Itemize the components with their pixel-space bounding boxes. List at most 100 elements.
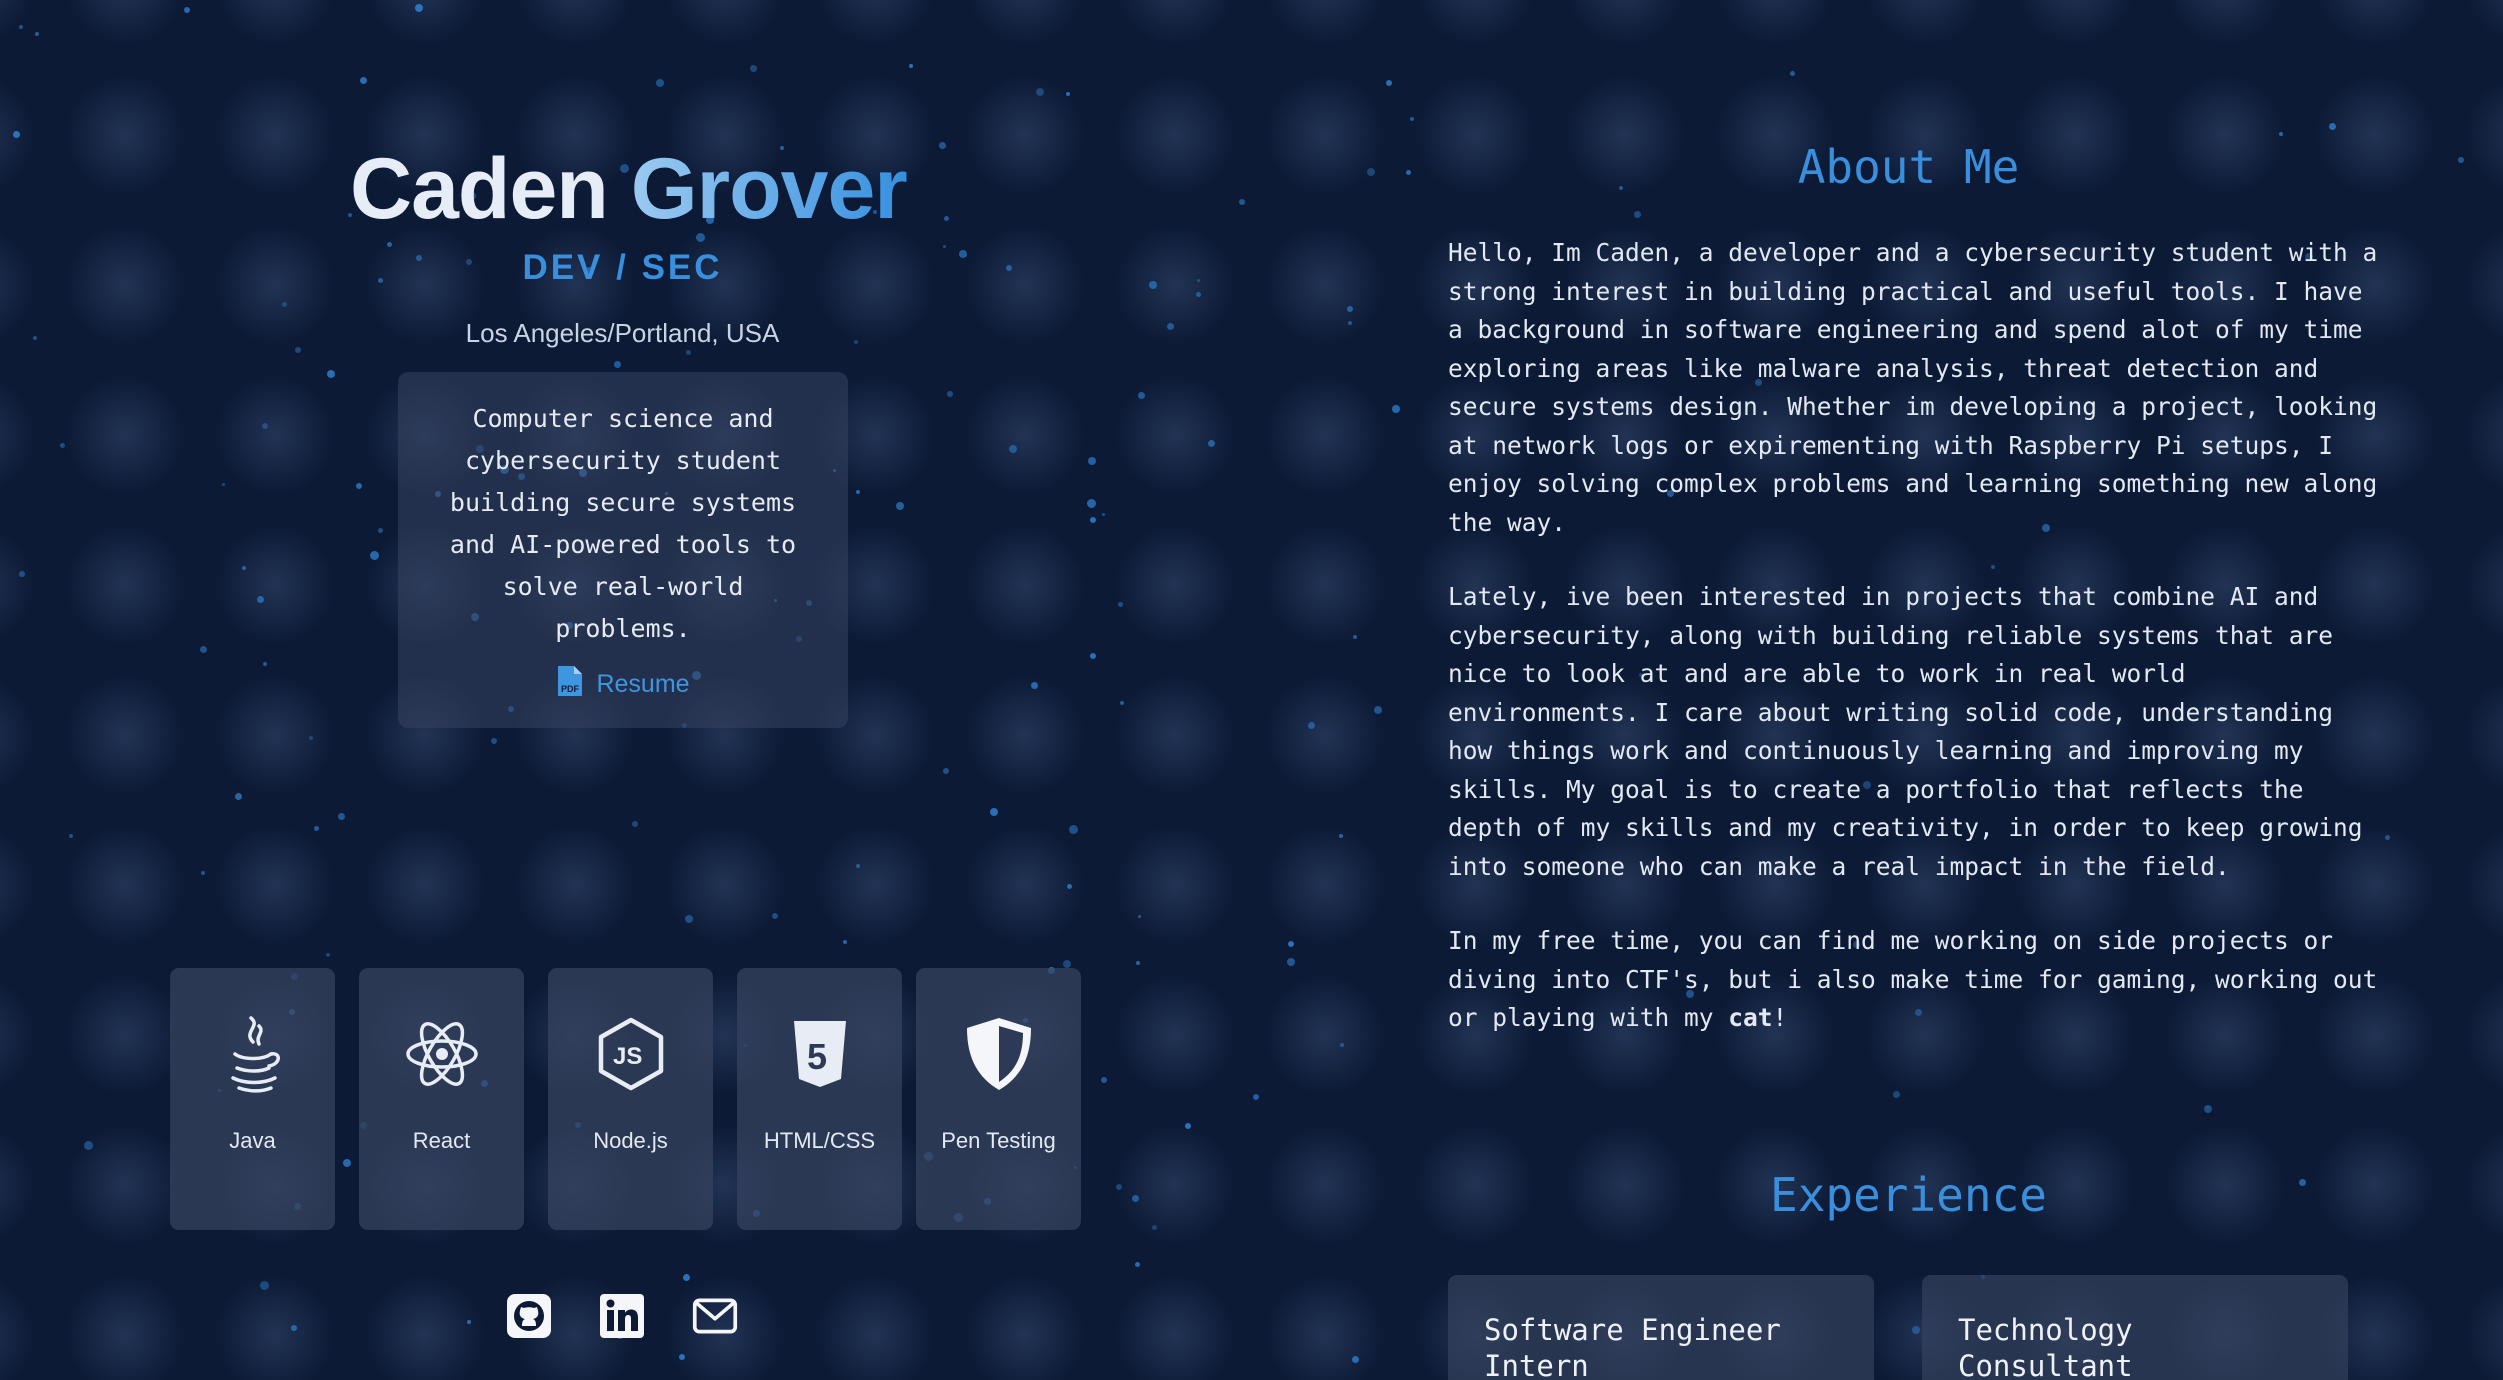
- particle-dot: [854, 340, 858, 344]
- particle-dot: [856, 864, 860, 868]
- particle-dot: [1102, 513, 1105, 516]
- particle-dot: [686, 350, 691, 355]
- particle-dot: [632, 821, 638, 827]
- particle-dot: [1066, 92, 1070, 96]
- particle-dot: [685, 915, 693, 923]
- intro-card: Computer science and cybersecurity stude…: [398, 372, 848, 728]
- particle-dot: [343, 1159, 351, 1167]
- particle-dot: [1893, 1091, 1900, 1098]
- resume-link[interactable]: PDF Resume: [556, 664, 690, 705]
- particle-dot: [947, 391, 953, 397]
- particle-dot: [1009, 445, 1017, 453]
- envelope-icon[interactable]: [692, 1293, 738, 1339]
- particle-dot: [415, 4, 423, 12]
- social-links: [506, 1293, 738, 1339]
- particle-dot: [338, 813, 345, 820]
- svg-text:5: 5: [807, 1036, 827, 1077]
- particle-dot: [990, 808, 998, 816]
- experience-card[interactable]: Technology Consultant: [1922, 1275, 2348, 1380]
- particle-dot: [326, 953, 330, 957]
- skill-card-pentesting[interactable]: Pen Testing: [916, 968, 1081, 1230]
- particle-dot: [1135, 1262, 1140, 1267]
- particle-dot: [1253, 1094, 1259, 1100]
- particle-dot: [1149, 281, 1157, 289]
- particle-dot: [1348, 321, 1352, 325]
- particle-dot: [856, 490, 860, 494]
- particle-dot: [1352, 1356, 1359, 1363]
- particle-dot: [1386, 80, 1392, 86]
- particle-dot: [360, 77, 367, 84]
- particle-dot: [84, 1141, 93, 1150]
- particle-dot: [1185, 1123, 1191, 1129]
- linkedin-icon[interactable]: [599, 1293, 645, 1339]
- particle-dot: [222, 483, 225, 486]
- particle-dot: [314, 826, 319, 831]
- particle-dot: [896, 502, 904, 510]
- particle-dot: [959, 250, 967, 258]
- particle-dot: [1912, 1326, 1920, 1334]
- about-paragraph-emphasis: cat: [1728, 1003, 1773, 1032]
- experience-title: Experience: [1770, 1168, 2047, 1222]
- particle-dot: [1308, 722, 1315, 729]
- particle-dot: [19, 571, 25, 577]
- shield-icon: [959, 1014, 1039, 1094]
- skill-card-nodejs[interactable]: JS Node.js: [548, 968, 713, 1230]
- particle-dot: [843, 940, 847, 944]
- svg-text:PDF: PDF: [561, 684, 580, 694]
- role-tagline: DEV / SEC: [522, 248, 723, 287]
- skill-label: React: [412, 1128, 471, 1153]
- particle-dot: [1410, 117, 1414, 121]
- particle-dot: [679, 1354, 685, 1360]
- particle-dot: [2385, 835, 2390, 840]
- particle-dot: [387, 242, 392, 247]
- particle-dot: [260, 1281, 269, 1290]
- particle-dot: [1063, 960, 1071, 968]
- particle-dot: [2279, 132, 2283, 136]
- particle-dot: [467, 1320, 471, 1324]
- particle-dot: [1339, 834, 1343, 838]
- skill-card-java[interactable]: Java: [170, 968, 335, 1230]
- particle-dot: [1239, 199, 1245, 205]
- particle-dot: [1036, 88, 1044, 96]
- particle-dot: [1288, 941, 1294, 947]
- particle-dot: [1208, 440, 1215, 447]
- about-body: Hello, Im Caden, a developer and a cyber…: [1448, 234, 2378, 1074]
- particle-dot: [378, 528, 383, 533]
- skill-card-htmlcss[interactable]: 5 HTML/CSS: [737, 968, 902, 1230]
- page-title: Caden Grover: [350, 140, 908, 239]
- particle-dot: [200, 646, 207, 653]
- particle-dot: [1132, 1195, 1139, 1202]
- particle-dot: [683, 1274, 690, 1281]
- particle-dot: [184, 7, 190, 13]
- particle-dot: [1197, 279, 1200, 282]
- particle-dot: [1353, 635, 1357, 639]
- particle-dot: [1120, 701, 1124, 705]
- particle-dot: [1406, 170, 1411, 175]
- particle-dot: [491, 738, 497, 744]
- particle-dot: [1090, 517, 1096, 523]
- particle-dot: [909, 64, 913, 68]
- particle-dot: [378, 278, 383, 283]
- github-icon[interactable]: [506, 1293, 552, 1339]
- skill-card-react[interactable]: React: [359, 968, 524, 1230]
- particle-dot: [295, 347, 301, 353]
- particle-dot: [1340, 1043, 1344, 1047]
- particle-dot: [1138, 915, 1141, 918]
- particle-dot: [1374, 706, 1382, 714]
- particle-dot: [1031, 682, 1038, 689]
- particle-dot: [772, 913, 778, 919]
- particle-dot: [1101, 1077, 1107, 1083]
- particle-dot: [1088, 457, 1096, 465]
- particle-dot: [69, 834, 73, 838]
- particle-dot: [13, 131, 20, 138]
- particle-dot: [201, 871, 205, 875]
- experience-card-title: Technology Consultant: [1958, 1313, 2133, 1380]
- last-name: Grover: [630, 141, 908, 237]
- particle-dot: [263, 662, 267, 666]
- resume-label: Resume: [596, 670, 690, 698]
- about-paragraph-text: In my free time, you can find me working…: [1448, 926, 2378, 1032]
- svg-text:JS: JS: [613, 1043, 642, 1070]
- experience-card[interactable]: Software Engineer Intern: [1448, 1275, 1874, 1380]
- about-paragraph: In my free time, you can find me working…: [1448, 922, 2378, 1038]
- particle-dot: [1069, 825, 1078, 834]
